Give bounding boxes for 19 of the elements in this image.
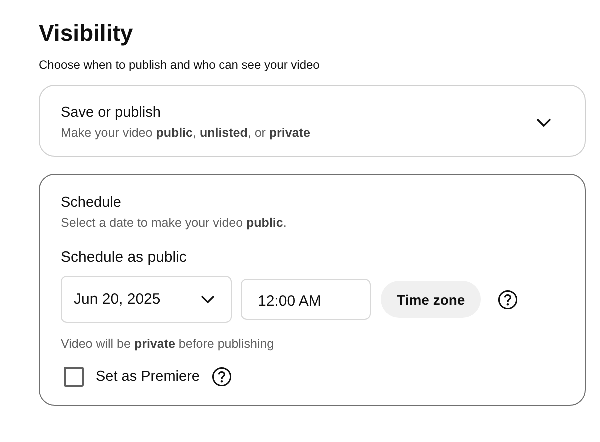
card-title: Save or publish bbox=[61, 105, 162, 121]
publishing-note: Video will be private before publishing bbox=[61, 337, 276, 351]
page-title: Visibility bbox=[39, 20, 134, 47]
help-icon[interactable] bbox=[212, 367, 232, 387]
help-icon[interactable] bbox=[498, 290, 518, 310]
card-description: Make your video public, unlisted, or private bbox=[61, 126, 310, 140]
save-or-publish-card[interactable]: Save or publish Make your video public, unlisted, or private bbox=[39, 85, 586, 157]
time-field[interactable]: 12:00 AM bbox=[241, 279, 371, 320]
page-subtitle: Choose when to publish and who can see your video bbox=[39, 58, 321, 72]
card-title: Schedule bbox=[61, 195, 122, 211]
premiere-checkbox[interactable] bbox=[64, 367, 84, 387]
chevron-down-icon bbox=[536, 118, 552, 128]
chevron-down-icon bbox=[201, 295, 215, 304]
card-description: Select a date to make your video public. bbox=[61, 216, 288, 230]
date-dropdown[interactable]: Jun 20, 2025 bbox=[61, 276, 232, 323]
premiere-label: Set as Premiere bbox=[96, 369, 200, 385]
schedule-label: Schedule as public bbox=[61, 249, 188, 266]
time-zone-button[interactable]: Time zone bbox=[381, 281, 482, 318]
schedule-card[interactable]: Schedule Select a date to make your video public. Schedule as public Jun 20, 2025 12:00 AM Time zone Video will be private before publishing Set as Premiere bbox=[39, 174, 586, 406]
